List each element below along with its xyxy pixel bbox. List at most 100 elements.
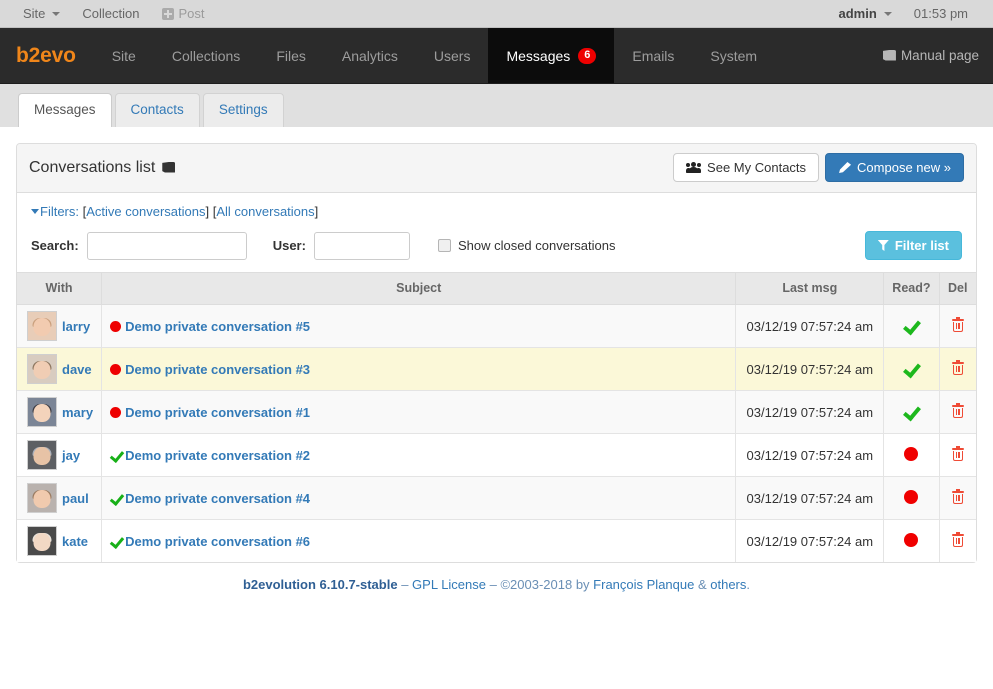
user-identity[interactable]: larry <box>25 311 93 341</box>
user-name-link[interactable]: larry <box>62 319 90 334</box>
cell-with: mary <box>17 390 103 434</box>
conversation-subject-link[interactable]: Demo private conversation #1 <box>125 405 310 420</box>
conversation-subject-link[interactable]: Demo private conversation #6 <box>125 534 310 549</box>
trash-icon[interactable] <box>951 359 964 375</box>
conversation-subject-link[interactable]: Demo private conversation #5 <box>125 319 310 334</box>
manual-page-link[interactable]: Manual page <box>882 48 979 63</box>
manual-page-label: Manual page <box>900 48 979 63</box>
user-name-link[interactable]: dave <box>62 362 92 377</box>
filter-active-conversations-link[interactable]: Active conversations <box>86 204 205 219</box>
nav-item-label: Emails <box>632 47 675 64</box>
avatar[interactable] <box>27 483 57 513</box>
user-name-link[interactable]: mary <box>62 405 93 420</box>
footer-period: . <box>746 577 751 592</box>
cell-delete <box>939 390 976 434</box>
table-row[interactable]: kate Demo private conversation #6 03/12/19… <box>17 519 976 562</box>
user-name-link[interactable]: jay <box>62 448 80 463</box>
avatar[interactable] <box>27 526 57 556</box>
user-input[interactable] <box>313 231 410 260</box>
read-check-icon <box>110 535 123 547</box>
footer-license-link[interactable]: GPL License <box>412 577 486 592</box>
user-name-link[interactable]: paul <box>62 491 89 506</box>
table-header-row: With Subject Last msg Read? Del <box>17 272 976 305</box>
trash-icon[interactable] <box>951 402 964 418</box>
nav-item-files[interactable]: Files <box>258 28 324 83</box>
footer-others-link[interactable]: others <box>710 577 746 592</box>
column-header-read[interactable]: Read? <box>883 272 940 305</box>
nav-item-label: Files <box>276 47 306 64</box>
trash-icon[interactable] <box>951 445 964 461</box>
compose-new-button[interactable]: Compose new » <box>825 153 964 182</box>
trash-icon[interactable] <box>951 488 964 504</box>
footer-sep: – <box>397 577 413 592</box>
messages-count-badge: 6 <box>578 47 597 64</box>
search-label: Search: <box>31 238 79 253</box>
manual-book-icon[interactable] <box>162 161 176 174</box>
evobar-post-button[interactable]: Post <box>151 0 216 27</box>
conversation-subject-link[interactable]: Demo private conversation #3 <box>125 362 310 377</box>
tab-settings[interactable]: Settings <box>202 93 284 127</box>
search-input[interactable] <box>86 231 247 260</box>
column-header-with[interactable]: With <box>17 272 103 305</box>
column-header-subject[interactable]: Subject <box>101 272 737 305</box>
column-header-last-msg[interactable]: Last msg <box>735 272 885 305</box>
see-my-contacts-button[interactable]: See My Contacts <box>673 153 820 182</box>
cell-read-status <box>883 433 940 477</box>
evobar-clock: 01:53 pm <box>913 6 968 21</box>
conversation-subject-link[interactable]: Demo private conversation #4 <box>125 491 310 506</box>
main-navigation: b2evo Site Collections Files Analytics U… <box>0 28 993 84</box>
evobar-site-menu[interactable]: Site <box>12 0 71 27</box>
nav-item-messages[interactable]: Messages 6 <box>488 28 615 83</box>
filters-line: Filters: [Active conversations] [All con… <box>31 204 962 219</box>
nav-item-site[interactable]: Site <box>94 28 154 83</box>
table-row[interactable]: larry Demo private conversation #5 03/12/1… <box>17 304 976 348</box>
table-row[interactable]: mary Demo private conversation #1 03/12/19… <box>17 390 976 434</box>
show-closed-conversations-control[interactable]: Show closed conversations <box>437 238 615 253</box>
nav-item-label: Collections <box>171 47 241 64</box>
user-identity[interactable]: mary <box>25 397 93 427</box>
table-row[interactable]: dave Demo private conversation #3 03/12/19… <box>17 347 976 391</box>
filters-toggle-link[interactable]: Filters: <box>40 204 79 219</box>
cell-delete <box>939 304 976 348</box>
filter-all-conversations-link[interactable]: All conversations <box>216 204 314 219</box>
evobar-collection-menu[interactable]: Collection <box>71 0 150 27</box>
cell-delete <box>939 519 976 562</box>
user-identity[interactable]: dave <box>25 354 93 384</box>
footer-sep: – <box>486 577 501 592</box>
avatar[interactable] <box>27 397 57 427</box>
nav-item-users[interactable]: Users <box>416 28 489 83</box>
brand-logo[interactable]: b2evo <box>0 28 94 83</box>
avatar[interactable] <box>27 311 57 341</box>
plus-icon <box>161 7 174 20</box>
filter-list-button[interactable]: Filter list <box>864 231 962 260</box>
nav-item-system[interactable]: System <box>692 28 775 83</box>
chevron-down-icon <box>883 11 892 16</box>
nav-item-collections[interactable]: Collections <box>154 28 258 83</box>
table-row[interactable]: jay Demo private conversation #2 03/12/19 … <box>17 433 976 477</box>
cell-last-msg: 03/12/19 07:57:24 am <box>735 519 885 562</box>
avatar[interactable] <box>27 354 57 384</box>
user-identity[interactable]: jay <box>25 440 93 470</box>
nav-item-analytics[interactable]: Analytics <box>324 28 416 83</box>
avatar[interactable] <box>27 440 57 470</box>
trash-icon[interactable] <box>951 316 964 332</box>
user-name-link[interactable]: kate <box>62 534 88 549</box>
conversation-subject-link[interactable]: Demo private conversation #2 <box>125 448 310 463</box>
table-row[interactable]: paul Demo private conversation #4 03/12/19… <box>17 476 976 520</box>
trash-icon[interactable] <box>951 531 964 547</box>
panel-header-buttons: See My Contacts Compose new » <box>673 153 964 182</box>
evo-top-bar-left: Site Collection Post <box>0 0 216 27</box>
footer-author-link[interactable]: François Planque <box>593 577 694 592</box>
tab-contacts[interactable]: Contacts <box>114 93 200 127</box>
evo-top-bar: Site Collection Post admin 01:53 pm <box>0 0 993 28</box>
show-closed-checkbox[interactable] <box>437 239 451 252</box>
tab-messages[interactable]: Messages <box>18 93 112 128</box>
user-identity[interactable]: kate <box>25 526 93 556</box>
triangle-down-icon[interactable] <box>31 209 39 214</box>
nav-item-emails[interactable]: Emails <box>614 28 692 83</box>
user-identity[interactable]: paul <box>25 483 93 513</box>
cell-last-msg: 03/12/19 07:57:24 am <box>735 476 885 520</box>
footer-amp: & <box>694 577 711 592</box>
cell-with: jay <box>17 433 103 477</box>
evobar-user-menu[interactable]: admin <box>828 0 903 27</box>
